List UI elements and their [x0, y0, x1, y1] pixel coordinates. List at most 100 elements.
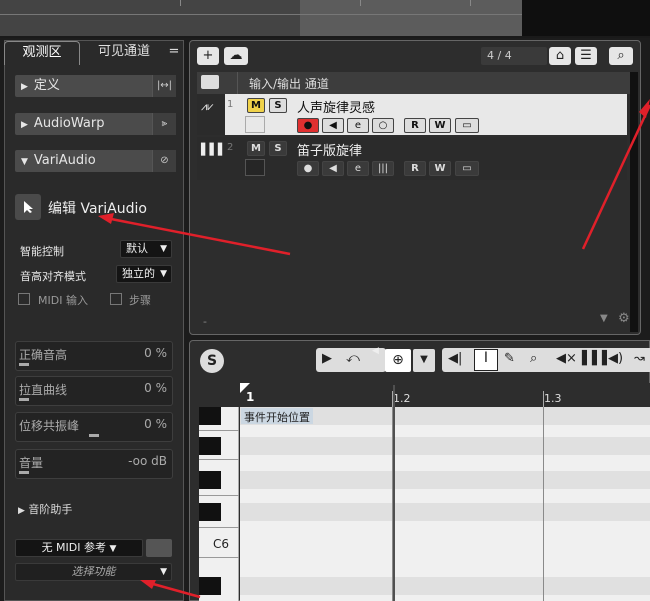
overview-visible-range[interactable] — [300, 0, 522, 36]
play-icon[interactable]: ▶ — [322, 351, 332, 366]
piano-keyboard[interactable]: C6 — [199, 407, 239, 601]
pencil-icon[interactable]: ✎ — [504, 351, 515, 366]
smart-control-value: 默认 — [126, 242, 148, 255]
warp-icon[interactable]: ⫸ — [152, 113, 176, 135]
variaudio-icon[interactable]: ⊘ — [152, 150, 176, 172]
note-grid[interactable] — [240, 407, 650, 601]
zoom-icon[interactable]: ⌕ — [530, 351, 537, 366]
write-button[interactable]: W — [429, 161, 451, 176]
black-key[interactable] — [199, 503, 221, 521]
chevron-down-icon: ▼ — [160, 244, 167, 254]
editor-ruler[interactable]: 1 1.2 1.3 — [240, 383, 650, 407]
section-variaudio[interactable]: ▼ VariAudio ⊘ — [15, 150, 176, 172]
formant-shift-slider[interactable]: 位移共振峰 0 % — [15, 412, 173, 442]
width-icon[interactable]: |↔| — [152, 75, 176, 97]
folder-track-header[interactable]: 输入/输出 通道 — [197, 72, 637, 94]
select-function-dropdown[interactable]: 选择功能 ▼ — [15, 563, 172, 581]
home-icon[interactable]: ⌂ — [549, 47, 571, 65]
inspector-menu-icon[interactable]: = — [166, 41, 182, 65]
slider-name: 音量 — [19, 456, 44, 470]
gear-icon[interactable]: ⚙ — [618, 311, 630, 326]
folder-icon — [201, 75, 219, 89]
section-audiowarp-label: AudioWarp — [33, 116, 105, 131]
monitor-icon[interactable]: ◀ — [322, 161, 344, 176]
section-define[interactable]: ▶ 定义 |↔| — [15, 75, 176, 97]
black-key[interactable] — [199, 577, 221, 595]
track-scrollbar[interactable] — [630, 72, 638, 332]
slider-handle[interactable] — [19, 363, 29, 366]
track-color-swatch[interactable] — [245, 116, 265, 133]
chevron-down-icon[interactable]: ▼ — [600, 313, 608, 324]
midi-input-label: MIDI 输入 — [38, 294, 88, 307]
solo-editor-icon[interactable]: S — [200, 349, 224, 373]
write-button[interactable]: W — [429, 118, 451, 133]
lane-icon[interactable]: ○ — [372, 118, 394, 133]
chevron-down-icon[interactable]: ▼ — [413, 349, 435, 372]
black-key[interactable] — [199, 437, 221, 455]
midi-input-checkbox[interactable] — [18, 293, 30, 305]
piano-keys-icon[interactable] — [146, 539, 172, 557]
scale-assistant-toggle[interactable]: ▶ 音阶助手 — [18, 501, 72, 517]
slider-handle[interactable] — [19, 398, 29, 401]
correct-pitch-slider[interactable]: 正确音高 0 % — [15, 341, 173, 371]
search-icon[interactable]: ⌕ — [609, 47, 633, 65]
cubase-window: 观测区 可见通道 = ▶ 定义 |↔| ▶ AudioWarp ⫸ ▼ VariAud… — [0, 0, 650, 601]
slider-handle[interactable] — [19, 471, 29, 474]
ruler-tick — [180, 0, 181, 6]
overview-ruler[interactable] — [0, 0, 650, 38]
black-key[interactable] — [199, 407, 221, 425]
mute-button[interactable]: M — [247, 141, 265, 156]
loop-icon[interactable]: ⤺ — [346, 351, 360, 366]
section-audiowarp[interactable]: ▶ AudioWarp ⫸ — [15, 113, 176, 135]
solo-button[interactable]: S — [269, 141, 287, 156]
instrument-editor-icon[interactable]: ||| — [372, 161, 394, 176]
edit-channel-icon[interactable]: e — [347, 118, 369, 133]
select-range-icon[interactable]: I — [474, 349, 498, 371]
scrub-icon[interactable]: ↝ — [634, 351, 645, 366]
event-start-label: 事件开始位置 — [241, 408, 313, 424]
record-enable-button[interactable]: ● — [297, 161, 319, 176]
smart-control-dropdown[interactable]: 默认 ▼ — [120, 240, 172, 258]
pitch-align-dropdown[interactable]: 独立的 ▼ — [116, 265, 172, 283]
edit-channel-icon[interactable]: e — [347, 161, 369, 176]
tab-visible-channels[interactable]: 可见通道 — [84, 41, 164, 65]
track-footer-dash: - — [203, 315, 207, 328]
slider-handle[interactable] — [89, 434, 99, 437]
speaker-icon[interactable]: ◀| — [448, 351, 462, 366]
playback-cursor[interactable] — [393, 385, 395, 601]
tab-inspector[interactable]: 观测区 — [4, 41, 80, 65]
select-function-value: 选择功能 — [71, 565, 116, 578]
key-divider — [199, 459, 239, 460]
track-name[interactable]: 笛子版旋律 — [297, 140, 362, 159]
track-row-2[interactable]: ▌▌▌ 2 M S 笛子版旋律 ● ◀ e ||| R W ▭ — [197, 137, 627, 180]
edit-tools-group: ◀| I ✎ ⌕ ◀× ▌▌▌ ◀) ↝ — [442, 348, 650, 372]
ruler-tick — [360, 0, 361, 6]
mute-icon[interactable]: ◀× — [556, 351, 577, 366]
straighten-curve-slider[interactable]: 拉直曲线 0 % — [15, 376, 173, 406]
volume-slider[interactable]: 音量 -oo dB — [15, 449, 173, 479]
add-track-cloud-icon[interactable]: ☁ — [224, 47, 248, 65]
solo-button[interactable]: S — [269, 98, 287, 113]
track-color-swatch[interactable] — [245, 159, 265, 176]
overview-region — [0, 0, 300, 36]
track-name[interactable]: 人声旋律灵感 — [297, 97, 375, 116]
record-enable-button[interactable]: ● — [297, 118, 319, 133]
step-checkbox[interactable] — [110, 293, 122, 305]
lanes-display-icon[interactable]: ▭ — [455, 118, 479, 133]
pitch-align-label: 音高对齐模式 — [20, 270, 86, 283]
monitor-icon[interactable]: ◀ — [322, 118, 344, 133]
speaker-volume-icon[interactable]: ◀) — [608, 351, 623, 366]
read-button[interactable]: R — [404, 161, 426, 176]
track-row-1[interactable]: ⩘⩗ 1 M S 人声旋律灵感 ● ◀ e ○ R W ▭ — [197, 94, 627, 135]
list-view-icon[interactable]: ☰ — [575, 47, 597, 65]
mute-button[interactable]: M — [247, 98, 265, 113]
collapse-arrow-icon: ▼ — [21, 157, 28, 167]
read-button[interactable]: R — [404, 118, 426, 133]
edit-variaudio-button[interactable] — [15, 194, 41, 220]
midi-reference-dropdown[interactable]: 无 MIDI 参考 ▼ — [15, 539, 143, 557]
add-track-button[interactable]: + — [197, 47, 219, 65]
black-key[interactable] — [199, 471, 221, 489]
snap-icon[interactable]: ⊕ — [385, 349, 411, 372]
lanes-display-icon[interactable]: ▭ — [455, 161, 479, 176]
grid-row-dark — [240, 437, 650, 455]
